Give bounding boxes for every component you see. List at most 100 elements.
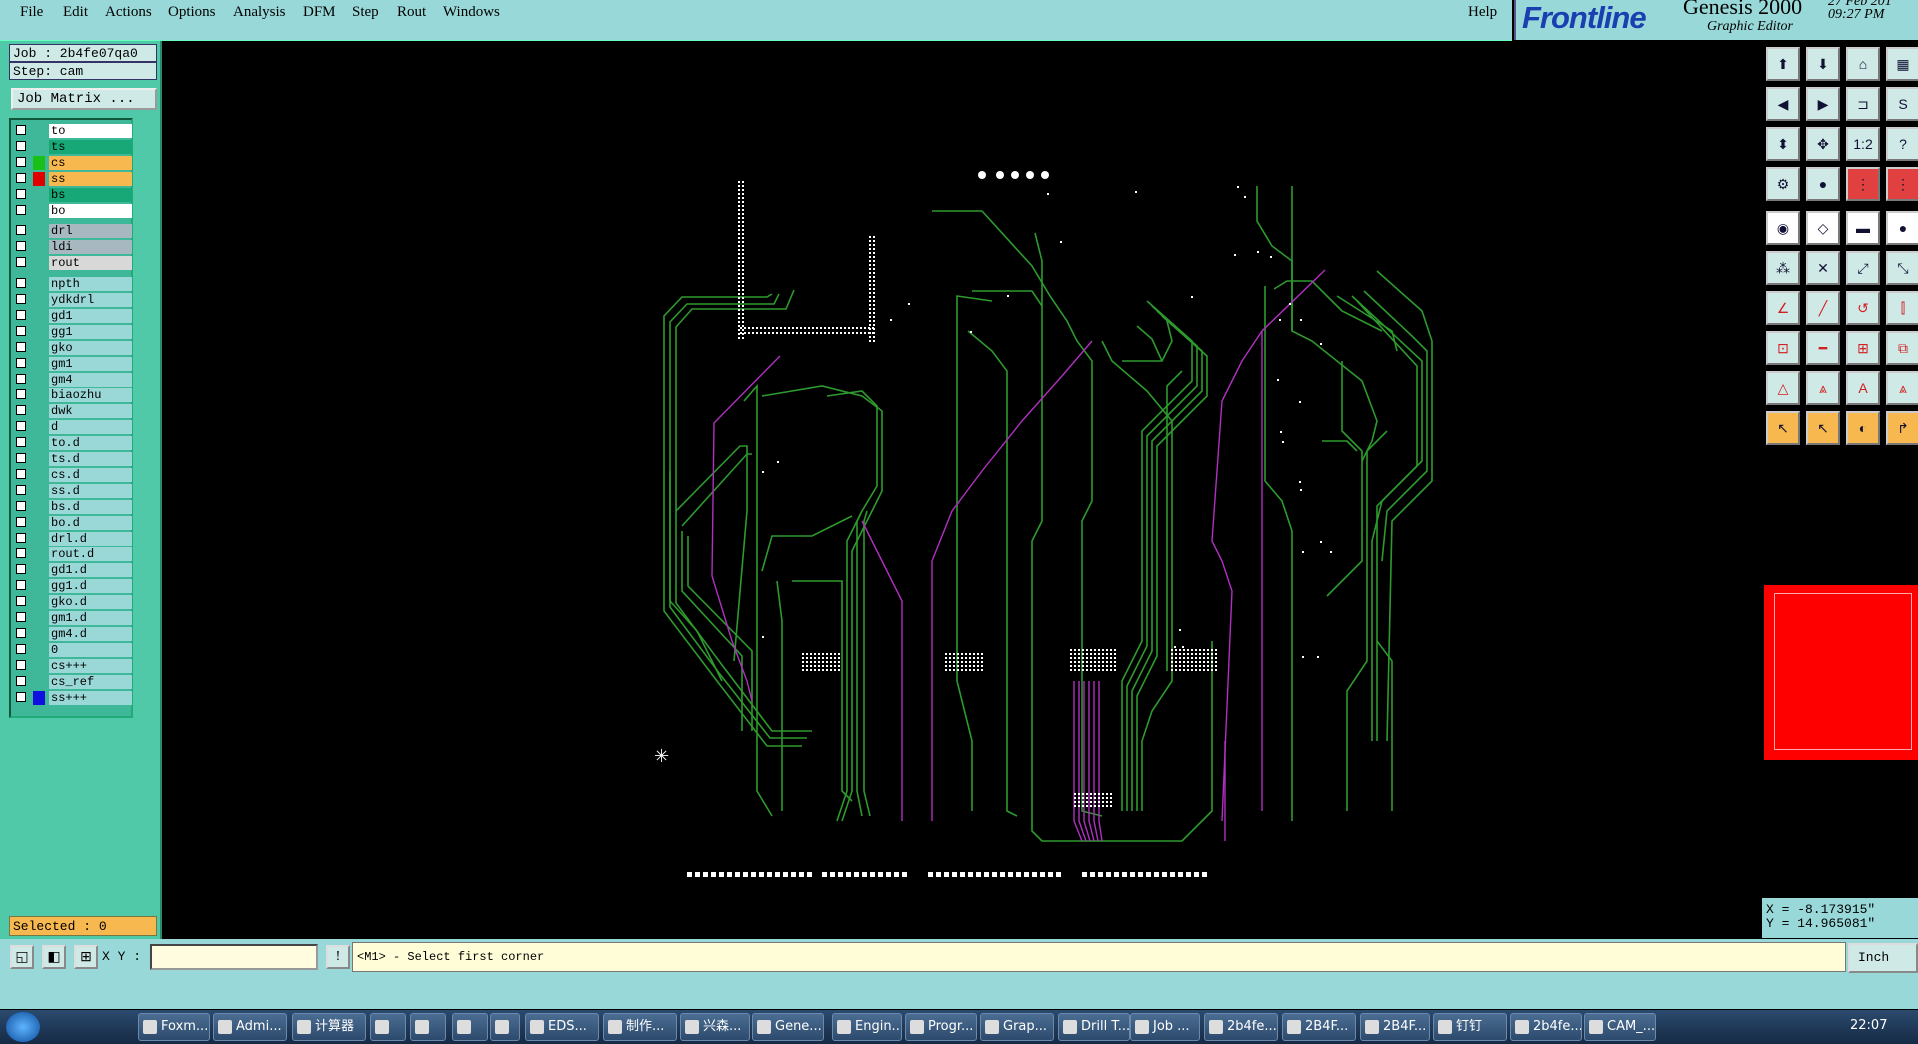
copy-icon[interactable]: ⊐ (1846, 87, 1880, 121)
layer-name[interactable]: cs (49, 155, 132, 170)
layer-name[interactable]: gd1.d (49, 563, 132, 578)
import-icon[interactable]: ◀ (1766, 87, 1800, 121)
layer-name[interactable]: gm1.d (49, 611, 132, 625)
layer-name[interactable]: ydkdrl (49, 293, 132, 307)
taskbar-item[interactable] (452, 1013, 488, 1041)
taskbar-item[interactable]: 兴森... (680, 1013, 750, 1041)
layer-checkbox[interactable] (16, 627, 26, 638)
script-icon[interactable]: S (1886, 87, 1918, 121)
zoom-fit-icon[interactable]: ⬍ (1766, 127, 1800, 161)
menu-actions[interactable]: Actions (105, 4, 152, 21)
taskbar-item[interactable]: Progr... (905, 1013, 977, 1041)
menu-analysis[interactable]: Analysis (233, 4, 286, 21)
layer-row[interactable]: ss (13, 171, 133, 186)
layer-checkbox[interactable] (16, 257, 26, 268)
layer-name[interactable]: drl (49, 224, 132, 239)
layer-row[interactable]: bo.d (13, 515, 133, 530)
layer-checkbox[interactable] (16, 225, 26, 236)
zoom-icon[interactable]: ◱ (10, 945, 34, 969)
layer-checkbox[interactable] (16, 691, 26, 702)
cross-icon[interactable]: ✕ (1806, 251, 1840, 285)
layer-name[interactable]: 0 (49, 642, 132, 657)
xy-input[interactable] (150, 944, 318, 970)
circle-icon[interactable]: ● (1886, 211, 1918, 245)
taskbar-item[interactable]: 2b4fe... (1510, 1013, 1582, 1041)
menu-help[interactable]: Help (1468, 4, 1497, 21)
pin-icon[interactable]: ⤡ (1886, 251, 1918, 285)
layer-row[interactable]: gm1.d (13, 611, 133, 625)
layer-name[interactable]: gg1 (49, 324, 132, 339)
layer-checkbox[interactable] (16, 309, 26, 320)
layer-name[interactable]: bo (49, 203, 132, 218)
layer-row[interactable]: ldi (13, 240, 133, 255)
layer-row[interactable]: npth (13, 277, 133, 292)
layer-row[interactable]: gko.d (13, 595, 133, 610)
layer-checkbox[interactable] (16, 357, 26, 368)
layer-name[interactable]: cs_ref (49, 674, 132, 689)
layer-name[interactable]: cs.d (49, 467, 132, 482)
camera-icon[interactable]: ◉ (1766, 211, 1800, 245)
net-icon[interactable]: ⋮ (1846, 167, 1880, 201)
window-icon[interactable]: ▦ (1886, 47, 1918, 81)
layer-row[interactable]: gm4.d (13, 626, 133, 641)
layer-name[interactable]: bo.d (49, 515, 132, 530)
layer-row[interactable]: gd1.d (13, 563, 133, 578)
taskbar-item[interactable]: 制作... (603, 1013, 677, 1041)
menu-edit[interactable]: Edit (63, 4, 88, 21)
layer-row[interactable]: gm4 (13, 372, 133, 387)
layer-checkbox[interactable] (16, 294, 26, 304)
taskbar-item[interactable] (370, 1013, 406, 1041)
layer-checkbox[interactable] (16, 241, 26, 252)
layer-checkbox[interactable] (16, 580, 26, 591)
layer-name[interactable]: d (49, 420, 132, 435)
layer-name[interactable]: gd1 (49, 308, 132, 323)
export-icon[interactable]: ▶ (1806, 87, 1840, 121)
triangle3-icon[interactable]: A (1846, 371, 1880, 405)
layer-name[interactable]: ts (49, 139, 132, 154)
taskbar-item[interactable]: Drill T... (1058, 1013, 1130, 1041)
layer-name[interactable]: gko.d (49, 595, 132, 610)
taskbar-item[interactable]: Grap... (980, 1013, 1054, 1041)
triangle4-icon[interactable]: ⩓ (1886, 371, 1918, 405)
pointer-icon[interactable]: ↖ (1766, 411, 1800, 445)
taskbar-item[interactable]: Engin... (832, 1013, 902, 1041)
info-icon[interactable]: ! (326, 945, 350, 969)
grid-icon[interactable]: ⊞ (74, 945, 98, 969)
layer-checkbox[interactable] (16, 659, 26, 670)
layer-row[interactable]: drl (13, 224, 133, 239)
menu-options[interactable]: Options (168, 4, 216, 21)
layer-checkbox[interactable] (16, 421, 26, 432)
taskbar-item[interactable]: 2B4F... (1360, 1013, 1430, 1041)
layer-name[interactable]: to (49, 124, 132, 138)
layer-row[interactable]: bs (13, 187, 133, 202)
layer-checkbox[interactable] (16, 484, 26, 495)
home-icon[interactable]: ⌂ (1846, 47, 1880, 81)
layer-row[interactable]: ts.d (13, 452, 133, 466)
layer-name[interactable]: dwk (49, 404, 132, 419)
triangle-icon[interactable]: △ (1766, 371, 1800, 405)
start-button[interactable] (6, 1012, 40, 1042)
layer-name[interactable]: gg1.d (49, 579, 132, 594)
layer-row[interactable]: cs+++ (13, 658, 133, 673)
layer-row[interactable]: 0 (13, 642, 133, 657)
select-icon[interactable]: ↖ (1806, 411, 1840, 445)
layer-row[interactable]: d (13, 420, 133, 435)
taskbar-item[interactable]: CAM_... (1584, 1013, 1656, 1041)
layer-checkbox[interactable] (16, 437, 26, 448)
layer-row[interactable]: rout (13, 256, 133, 271)
layer-name[interactable]: bs (49, 187, 132, 202)
layer-name[interactable]: gm4.d (49, 626, 132, 641)
menu-step[interactable]: Step (352, 4, 379, 21)
layer-row[interactable]: bs.d (13, 499, 133, 514)
layer-checkbox[interactable] (16, 405, 26, 416)
layer-name[interactable]: ss.d (49, 483, 132, 498)
layer-name[interactable]: ts.d (49, 452, 132, 466)
taskbar-item[interactable]: EDS... (525, 1013, 599, 1041)
layer-row[interactable]: ydkdrl (13, 293, 133, 307)
layer-checkbox[interactable] (16, 500, 26, 511)
minus-icon[interactable]: ━ (1806, 331, 1840, 365)
layer-row[interactable]: gg1 (13, 324, 133, 339)
layer-checkbox[interactable] (16, 278, 26, 289)
menu-windows[interactable]: Windows (443, 4, 500, 21)
layer-name[interactable]: bs.d (49, 499, 132, 514)
